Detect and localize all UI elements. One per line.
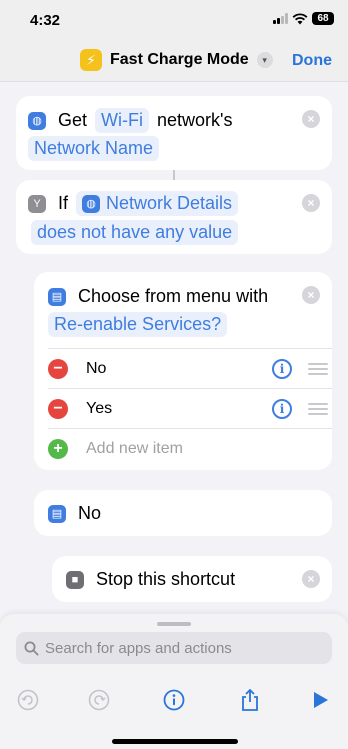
delete-item-icon[interactable]: − bbox=[48, 358, 68, 379]
menu-item-label[interactable]: No bbox=[86, 360, 106, 378]
menu-item-label[interactable]: Yes bbox=[86, 400, 112, 418]
status-icons: 68 bbox=[273, 12, 334, 25]
network-details-label: Network Details bbox=[106, 193, 233, 213]
menu-case-label: No bbox=[78, 503, 102, 523]
status-time: 4:32 bbox=[30, 12, 61, 29]
home-indicator bbox=[112, 739, 238, 744]
delete-item-icon[interactable]: − bbox=[48, 398, 68, 419]
search-placeholder: Search for apps and actions bbox=[45, 639, 232, 657]
condition-parameter[interactable]: does not have any value bbox=[31, 220, 239, 245]
if-verb: If bbox=[58, 193, 69, 213]
prompt-parameter[interactable]: Re-enable Services? bbox=[48, 312, 228, 337]
remove-action-button[interactable]: × bbox=[302, 286, 320, 304]
search-icon bbox=[24, 641, 39, 656]
get-text: network's bbox=[157, 110, 233, 130]
drag-handle-icon[interactable] bbox=[308, 362, 328, 375]
remove-action-button[interactable]: × bbox=[302, 194, 320, 212]
info-icon[interactable]: i bbox=[272, 398, 292, 419]
action-search-sheet: Search for apps and actions bbox=[0, 614, 348, 749]
network-name-parameter[interactable]: Network Name bbox=[28, 136, 160, 161]
connector-line bbox=[173, 170, 175, 180]
add-item-row[interactable]: + Add new item bbox=[48, 428, 332, 468]
share-button[interactable] bbox=[238, 688, 262, 712]
play-icon bbox=[314, 692, 328, 708]
menu-item-row: − No i bbox=[48, 348, 332, 388]
status-bar: 4:32 68 bbox=[0, 0, 348, 40]
bolt-icon: ⚡ bbox=[80, 49, 102, 71]
get-wifi-action[interactable]: ◍ Get Wi-Fi network's Network Name × bbox=[16, 96, 332, 170]
search-input[interactable]: Search for apps and actions bbox=[16, 632, 332, 664]
if-action[interactable]: Y If ◍ Network Details does not have any… bbox=[16, 180, 332, 254]
menu-case-no[interactable]: ▤ No bbox=[34, 490, 332, 536]
redo-button[interactable] bbox=[87, 688, 111, 712]
redo-icon bbox=[88, 689, 110, 711]
cellular-signal-icon bbox=[273, 13, 288, 24]
sheet-grabber[interactable] bbox=[157, 622, 191, 626]
wifi-action-icon: ◍ bbox=[28, 111, 46, 130]
wifi-variable-icon: ◍ bbox=[82, 194, 101, 213]
info-circle-icon bbox=[163, 689, 185, 711]
shortcut-title: Fast Charge Mode bbox=[110, 51, 249, 68]
stop-icon: ■ bbox=[66, 570, 84, 589]
chevron-down-icon: ▾ bbox=[256, 52, 273, 68]
get-verb: Get bbox=[58, 110, 88, 130]
choose-text: Choose from menu with bbox=[78, 286, 269, 306]
choose-menu-action[interactable]: ▤ Choose from menu with Re-enable Servic… bbox=[34, 272, 332, 470]
info-icon[interactable]: i bbox=[272, 358, 292, 379]
remove-action-button[interactable]: × bbox=[302, 110, 320, 128]
add-item-icon[interactable]: + bbox=[48, 438, 68, 459]
undo-icon bbox=[17, 689, 39, 711]
menu-icon: ▤ bbox=[48, 287, 66, 306]
menu-icon: ▤ bbox=[48, 504, 66, 523]
wifi-icon bbox=[292, 12, 308, 24]
wifi-parameter[interactable]: Wi-Fi bbox=[95, 108, 149, 133]
branch-icon: Y bbox=[28, 194, 46, 213]
remove-action-button[interactable]: × bbox=[302, 570, 320, 588]
undo-button[interactable] bbox=[16, 688, 40, 712]
done-button[interactable]: Done bbox=[292, 52, 332, 70]
nav-bar: ⚡ Fast Charge Mode ▾ Done bbox=[0, 40, 348, 82]
battery-indicator: 68 bbox=[312, 12, 334, 25]
stop-shortcut-action[interactable]: ■ Stop this shortcut × bbox=[52, 556, 332, 602]
info-button[interactable] bbox=[162, 688, 186, 712]
menu-item-row: − Yes i bbox=[48, 388, 332, 428]
add-item-placeholder[interactable]: Add new item bbox=[86, 440, 183, 458]
run-button[interactable] bbox=[308, 688, 332, 712]
shortcut-title-button[interactable]: ⚡ Fast Charge Mode ▾ bbox=[80, 49, 273, 71]
network-details-parameter[interactable]: ◍ Network Details bbox=[76, 191, 239, 216]
drag-handle-icon[interactable] bbox=[308, 402, 328, 415]
share-icon bbox=[242, 688, 258, 711]
stop-label: Stop this shortcut bbox=[96, 569, 236, 589]
